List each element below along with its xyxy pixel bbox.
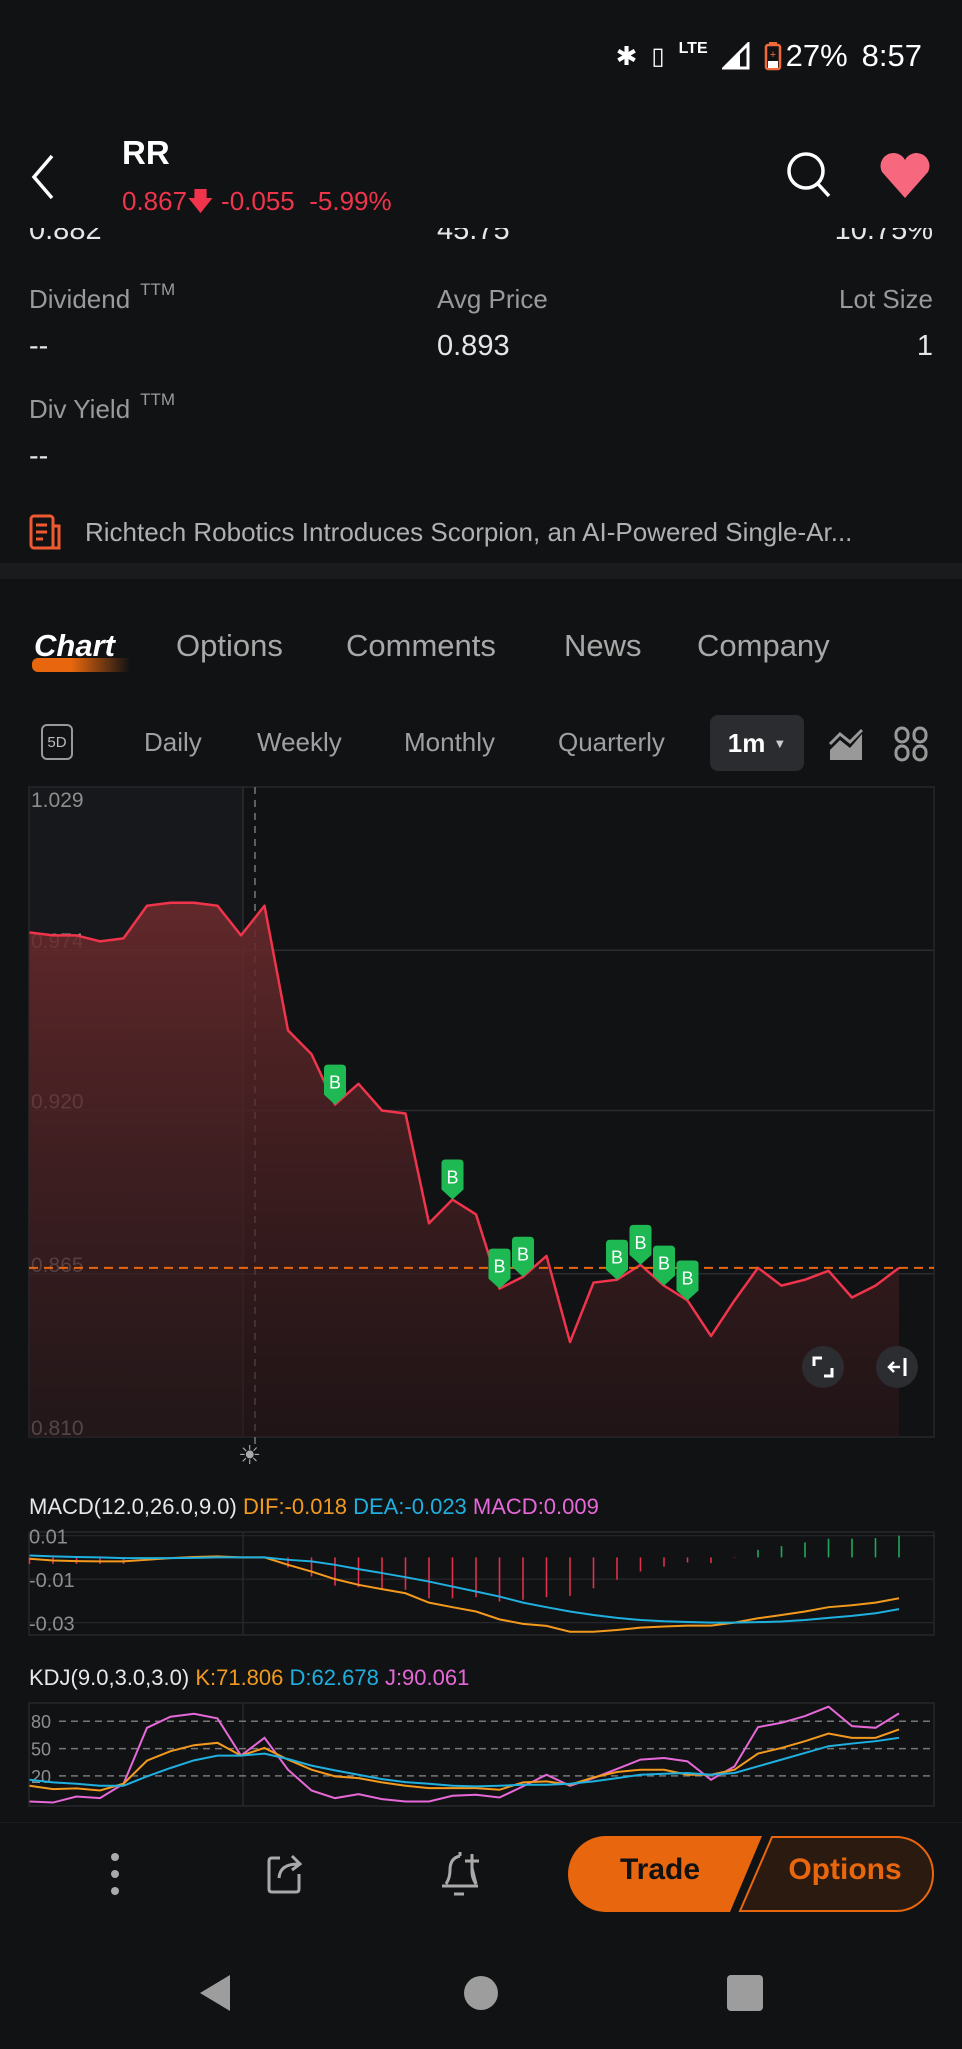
y-tick-label: -0.01 xyxy=(29,1570,75,1592)
j-value: J:90.061 xyxy=(384,1665,470,1690)
nav-recents-icon[interactable] xyxy=(727,1975,763,2011)
y-tick-label: 20 xyxy=(31,1767,51,1787)
y-tick-label: 0.01 xyxy=(29,1527,68,1549)
buy-marker-label: B xyxy=(634,1233,646,1253)
nav-home-icon[interactable] xyxy=(464,1976,498,2010)
kdj-legend: KDJ(9.0,3.0,3.0) K:71.806 D:62.678 J:90.… xyxy=(29,1665,469,1691)
y-tick-label: 80 xyxy=(31,1712,51,1732)
buy-marker-label: B xyxy=(517,1245,529,1265)
buy-marker-label: B xyxy=(329,1073,341,1093)
buy-marker-label: B xyxy=(446,1168,458,1188)
price-alert-bell-icon[interactable] xyxy=(438,1848,488,1900)
more-icon[interactable] xyxy=(106,1850,124,1900)
buy-marker-label: B xyxy=(658,1254,670,1274)
d-line xyxy=(29,1736,900,1788)
dif-value: DIF:-0.018 xyxy=(243,1494,347,1519)
buy-marker-label: B xyxy=(681,1268,693,1288)
buy-marker: B xyxy=(441,1159,464,1200)
dea-value: DEA:-0.023 xyxy=(353,1494,467,1519)
options-button[interactable]: Options xyxy=(770,1853,920,1887)
kdj-title: KDJ(9.0,3.0,3.0) xyxy=(29,1665,190,1690)
share-icon[interactable] xyxy=(266,1850,312,1896)
k-line xyxy=(29,1728,900,1792)
fullscreen-icon xyxy=(812,1356,834,1378)
y-tick-label: -0.03 xyxy=(29,1614,75,1636)
dif-line xyxy=(29,1555,900,1633)
nav-back-icon[interactable] xyxy=(196,1973,232,2013)
buy-marker-label: B xyxy=(611,1248,623,1268)
macd-legend: MACD(12.0,26.0,9.0) DIF:-0.018 DEA:-0.02… xyxy=(29,1494,599,1520)
y-tick-label: 50 xyxy=(31,1740,51,1760)
buy-marker: B xyxy=(629,1224,652,1265)
trade-button[interactable]: Trade xyxy=(600,1853,720,1887)
light-marker-icon: ☀ xyxy=(238,1440,262,1470)
y-tick-label: 1.029 xyxy=(31,789,84,812)
jump-latest-icon xyxy=(887,1358,907,1376)
buy-marker-label: B xyxy=(493,1257,505,1277)
price-chart-area[interactable]: 1.0290.9740.9200.8650.810BBBBBBBB0.01-0.… xyxy=(0,0,962,1830)
k-value: K:71.806 xyxy=(195,1665,284,1690)
dea-line xyxy=(29,1554,900,1624)
jump-to-latest-button[interactable] xyxy=(876,1346,918,1388)
d-value: D:62.678 xyxy=(289,1665,379,1690)
price-area-fill xyxy=(29,902,899,1437)
fullscreen-button[interactable] xyxy=(802,1346,844,1388)
macd-title: MACD(12.0,26.0,9.0) xyxy=(29,1494,237,1519)
macd-value: MACD:0.009 xyxy=(472,1494,599,1519)
